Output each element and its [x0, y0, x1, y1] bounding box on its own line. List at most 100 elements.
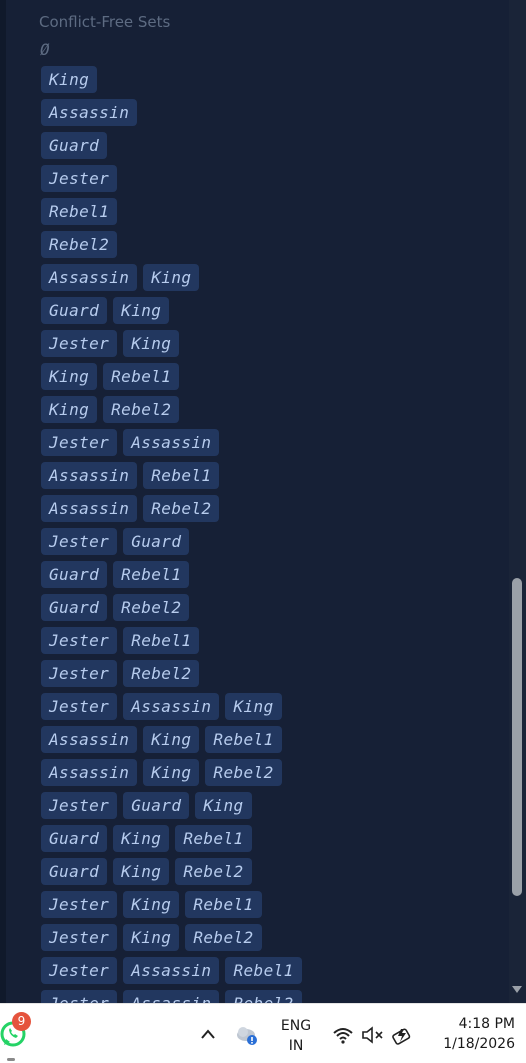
- language-indicator[interactable]: ENG IN: [280, 1016, 312, 1056]
- set-member-chip: King: [225, 693, 282, 720]
- wifi-icon[interactable]: [332, 1025, 354, 1045]
- battery-charging-icon[interactable]: [390, 1023, 414, 1047]
- set-row: Assassin: [41, 99, 138, 126]
- set-member-chip: Rebel2: [175, 858, 252, 885]
- set-member-chip: Guard: [41, 297, 108, 324]
- set-member-chip: Jester: [41, 528, 118, 555]
- set-row: King: [41, 66, 98, 93]
- scroll-down-arrow-icon[interactable]: [512, 986, 522, 993]
- set-member-chip: Rebel2: [41, 231, 118, 258]
- set-row: Jester Guard: [41, 528, 190, 555]
- language-code: ENG: [280, 1018, 312, 1034]
- set-member-chip: Assassin: [123, 429, 220, 456]
- set-member-chip: Rebel2: [113, 594, 190, 621]
- set-member-chip: Jester: [41, 924, 118, 951]
- set-member-chip: Jester: [41, 792, 118, 819]
- set-member-chip: King: [113, 858, 170, 885]
- set-member-chip: Jester: [41, 660, 118, 687]
- set-member-chip: King: [143, 726, 200, 753]
- set-member-chip: Jester: [41, 429, 118, 456]
- set-member-chip: King: [123, 891, 180, 918]
- set-member-chip: Guard: [123, 528, 190, 555]
- set-row: Guard Rebel1: [41, 561, 190, 588]
- set-member-chip: Jester: [41, 165, 118, 192]
- set-row: Guard Rebel2: [41, 594, 190, 621]
- set-member-chip: Assassin: [123, 990, 220, 1003]
- set-row: Jester Rebel2: [41, 660, 200, 687]
- set-row: Jester King Rebel2: [41, 924, 262, 951]
- set-member-chip: Assassin: [41, 495, 138, 522]
- set-member-chip: King: [123, 330, 180, 357]
- set-row: Jester Guard King: [41, 792, 252, 819]
- set-member-chip: Rebel1: [113, 561, 190, 588]
- set-member-chip: King: [41, 363, 98, 390]
- set-member-chip: Rebel1: [41, 198, 118, 225]
- set-member-chip: Jester: [41, 693, 118, 720]
- set-member-chip: Assassin: [41, 99, 138, 126]
- set-row: Jester Assassin Rebel1: [41, 957, 302, 984]
- set-member-chip: Rebel2: [225, 990, 302, 1003]
- set-row: Guard: [41, 132, 108, 159]
- set-member-chip: Rebel2: [185, 924, 262, 951]
- scrollbar-thumb[interactable]: [512, 578, 522, 896]
- set-member-chip: Guard: [41, 858, 108, 885]
- language-region: IN: [288, 1038, 304, 1054]
- set-row: Assassin King Rebel2: [41, 759, 282, 786]
- running-app-indicator: [7, 1058, 15, 1061]
- set-member-chip: Assassin: [41, 264, 138, 291]
- notification-badge: 9: [12, 1012, 31, 1031]
- set-row: Rebel2: [41, 231, 118, 258]
- set-row: Jester Assassin: [41, 429, 220, 456]
- clock[interactable]: 4:18 PM 1/18/2026: [425, 1014, 515, 1054]
- set-member-chip: Rebel1: [225, 957, 302, 984]
- set-member-chip: Assassin: [41, 462, 138, 489]
- set-member-chip: King: [195, 792, 252, 819]
- set-member-chip: Rebel1: [175, 825, 252, 852]
- set-member-chip: Jester: [41, 891, 118, 918]
- speaker-muted-icon[interactable]: [361, 1025, 385, 1045]
- set-row: Jester Rebel1: [41, 627, 200, 654]
- set-member-chip: King: [143, 759, 200, 786]
- set-row: Guard King Rebel2: [41, 858, 252, 885]
- chevron-up-icon[interactable]: [199, 1026, 217, 1040]
- set-member-chip: King: [41, 396, 98, 423]
- set-member-chip: King: [143, 264, 200, 291]
- set-member-chip: Guard: [123, 792, 190, 819]
- set-row: Jester Assassin Rebel2: [41, 990, 302, 1003]
- clock-date: 1/18/2026: [443, 1036, 515, 1052]
- set-member-chip: Rebel1: [103, 363, 180, 390]
- set-member-chip: King: [41, 66, 98, 93]
- set-row: Jester Assassin King: [41, 693, 282, 720]
- set-member-chip: Guard: [41, 825, 108, 852]
- set-row: Assassin King: [41, 264, 200, 291]
- vertical-scrollbar[interactable]: [509, 0, 526, 1003]
- set-member-chip: Assassin: [41, 759, 138, 786]
- clock-time: 4:18 PM: [458, 1016, 515, 1032]
- taskbar: 9 ENG IN 4:18 PM 1/18/2026: [0, 1003, 526, 1063]
- set-member-chip: Rebel2: [103, 396, 180, 423]
- set-member-chip: Rebel2: [123, 660, 200, 687]
- set-row: Assassin Rebel2: [41, 495, 220, 522]
- set-row: Assassin King Rebel1: [41, 726, 282, 753]
- set-member-chip: Rebel2: [143, 495, 220, 522]
- set-member-chip: King: [113, 297, 170, 324]
- set-row: Jester King Rebel1: [41, 891, 262, 918]
- set-row: Rebel1: [41, 198, 118, 225]
- set-member-chip: Rebel2: [205, 759, 282, 786]
- weather-icon[interactable]: [234, 1023, 262, 1047]
- set-row: King Rebel2: [41, 396, 180, 423]
- set-member-chip: King: [123, 924, 180, 951]
- section-title: Conflict-Free Sets: [39, 13, 171, 31]
- set-member-chip: Jester: [41, 957, 118, 984]
- set-member-chip: Jester: [41, 330, 118, 357]
- set-row: Jester King: [41, 330, 180, 357]
- left-edge-bar: [0, 0, 6, 1003]
- set-member-chip: Rebel1: [123, 627, 200, 654]
- set-member-chip: Assassin: [123, 957, 220, 984]
- set-member-chip: Rebel1: [185, 891, 262, 918]
- set-member-chip: Assassin: [41, 726, 138, 753]
- set-row: Jester: [41, 165, 118, 192]
- set-member-chip: King: [113, 825, 170, 852]
- set-member-chip: Jester: [41, 990, 118, 1003]
- app-window: Conflict-Free Sets Ø King Assassin Guard Je…: [0, 0, 526, 1003]
